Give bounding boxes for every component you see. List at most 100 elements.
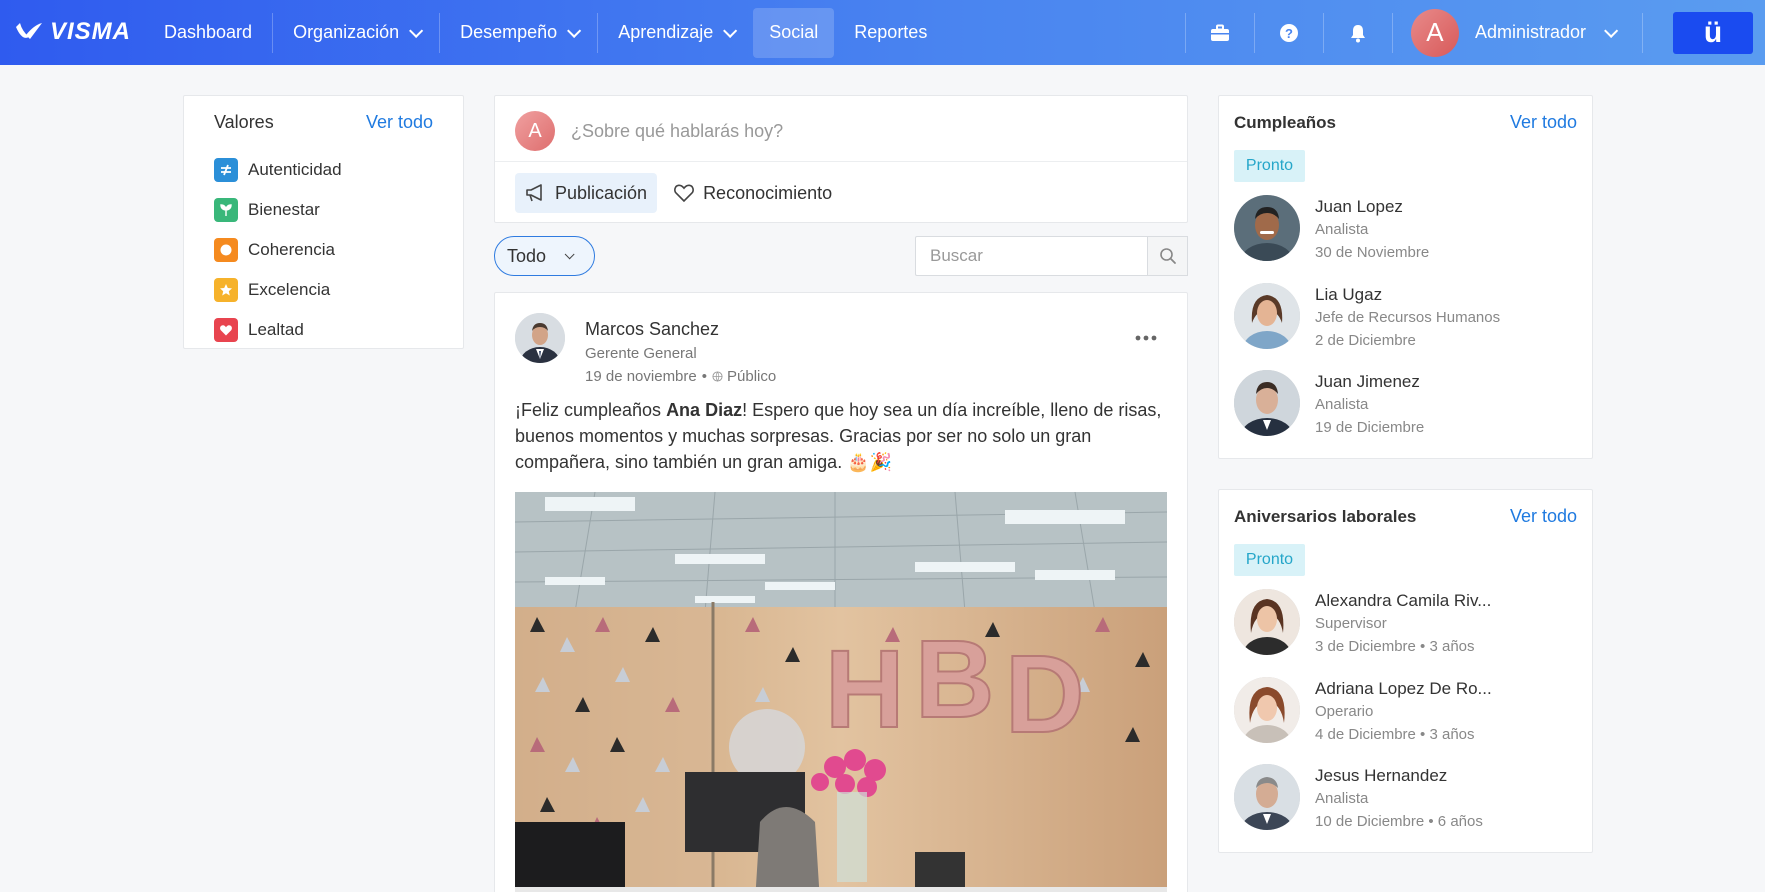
composer-avatar: A (515, 111, 555, 151)
sprout-icon (214, 198, 238, 222)
tab-publicacion[interactable]: Publicación (515, 173, 658, 213)
valor-label: Autenticidad (248, 160, 342, 179)
person-name: Alexandra Camila Riv... (1315, 591, 1492, 610)
circle-icon (214, 238, 238, 262)
feed-post: Marcos Sanchez Gerente General 19 de nov… (494, 292, 1188, 892)
nav-organizacion[interactable]: Organización (277, 8, 435, 58)
nav-aprendizaje-label: Aprendizaje (618, 22, 714, 42)
person-role: Analista (1315, 221, 1369, 238)
bell-icon (1350, 24, 1365, 42)
user-menu[interactable]: A Administrador (1393, 0, 1642, 65)
post-mention[interactable]: Ana Diaz (666, 400, 742, 420)
valor-item-coherencia[interactable]: Coherencia (214, 230, 342, 270)
more-horizontal-icon (1135, 335, 1157, 341)
person-avatar (1234, 589, 1300, 655)
person-date: 30 de Noviembre (1315, 244, 1430, 261)
person-item[interactable]: Jesus Hernandez Analista 10 de Diciembre… (1234, 764, 1483, 830)
nav-social[interactable]: Social (753, 7, 835, 58)
heart-outline-icon (674, 184, 694, 203)
valores-card: Valores Ver todo Autenticidad Bienestar … (183, 95, 464, 349)
valor-label: Coherencia (248, 240, 335, 259)
nav-reportes[interactable]: Reportes (838, 8, 943, 58)
cumpleanos-title: Cumpleaños (1234, 112, 1337, 132)
person-date: 4 de Diciembre • 3 años (1315, 726, 1475, 743)
nav-separator (272, 12, 274, 53)
nav-separator (1642, 12, 1643, 53)
valor-label: Bienestar (248, 200, 320, 219)
person-avatar (1234, 764, 1300, 830)
nav-desempeno-label: Desempeño (460, 22, 558, 42)
person-date: 19 de Diciembre (1315, 419, 1425, 436)
valor-item-lealtad[interactable]: Lealtad (214, 310, 342, 350)
feed-filter-select[interactable]: Todo (494, 236, 595, 276)
app-switcher-button[interactable]: ü (1673, 11, 1753, 54)
valor-label: Lealtad (248, 320, 304, 339)
search-icon (1159, 248, 1176, 264)
svg-text:?: ? (1285, 26, 1293, 41)
nav-desempeno[interactable]: Desempeño (444, 8, 593, 58)
person-item[interactable]: Adriana Lopez De Ro... Operario 4 de Dic… (1234, 677, 1492, 743)
person-name: Jesus Hernandez (1315, 766, 1448, 785)
balloon-letter-b: B (915, 618, 994, 741)
not-equal-icon (214, 158, 238, 182)
post-date: 19 de noviembre • Público (585, 368, 776, 385)
notifications-button[interactable] (1324, 0, 1392, 65)
nav-aprendizaje[interactable]: Aprendizaje (602, 8, 749, 58)
person-item[interactable]: Juan Jimenez Analista 19 de Diciembre (1234, 370, 1424, 436)
person-name: Lia Ugaz (1315, 285, 1383, 304)
post-author-avatar[interactable] (515, 313, 565, 363)
briefcase-icon (1210, 24, 1229, 41)
tab-reconocimiento-label: Reconocimiento (703, 182, 833, 203)
aniversarios-see-all-link[interactable]: Ver todo (1510, 506, 1577, 527)
nav-separator (597, 12, 599, 53)
megaphone-icon (526, 184, 542, 202)
post-visibility: Público (727, 368, 777, 385)
person-item[interactable]: Juan Lopez Analista 30 de Noviembre (1234, 195, 1429, 261)
star-icon (214, 278, 238, 302)
aniversarios-title: Aniversarios laborales (1234, 506, 1417, 526)
post-date-text: 19 de noviembre (585, 368, 697, 385)
composer-input[interactable]: ¿Sobre qué hablarás hoy? (571, 121, 783, 142)
search-button[interactable] (1147, 236, 1188, 276)
post-body: ¡Feliz cumpleaños Ana Diaz! Espero que h… (515, 397, 1175, 475)
search-input[interactable] (915, 236, 1147, 276)
composer-divider (495, 161, 1187, 162)
valores-title: Valores (214, 112, 274, 132)
tab-reconocimiento[interactable]: Reconocimiento (663, 173, 842, 213)
chevron-down-icon (567, 23, 582, 38)
person-avatar (1234, 283, 1300, 349)
person-avatar (1234, 370, 1300, 436)
globe-icon (712, 371, 723, 382)
visma-swoosh-icon (16, 23, 42, 39)
cumpleanos-see-all-link[interactable]: Ver todo (1510, 112, 1577, 133)
person-date: 10 de Diciembre • 6 años (1315, 813, 1483, 830)
valor-item-autenticidad[interactable]: Autenticidad (214, 150, 342, 190)
post-image[interactable]: H B D (515, 492, 1167, 892)
post-author-name[interactable]: Marcos Sanchez (585, 319, 776, 340)
pronto-badge: Pronto (1234, 150, 1305, 182)
chevron-down-icon (1604, 23, 1619, 38)
help-button[interactable]: ? (1255, 0, 1323, 65)
post-options-button[interactable] (1135, 321, 1157, 347)
briefcase-button[interactable] (1186, 0, 1254, 65)
person-date: 2 de Diciembre (1315, 332, 1416, 349)
person-avatar (1234, 195, 1300, 261)
valor-item-bienestar[interactable]: Bienestar (214, 190, 342, 230)
feed-filter-value: Todo (507, 245, 547, 266)
chevron-down-icon (409, 23, 424, 38)
person-item[interactable]: Alexandra Camila Riv... Supervisor 3 de … (1234, 589, 1491, 655)
nav-dashboard[interactable]: Dashboard (148, 8, 268, 58)
valor-item-excelencia[interactable]: Excelencia (214, 270, 342, 310)
post-author-role: Gerente General (585, 345, 697, 362)
person-item[interactable]: Lia Ugaz Jefe de Recursos Humanos 2 de D… (1234, 283, 1500, 349)
nav-social-label: Social (769, 22, 819, 42)
chevron-down-icon (564, 248, 575, 259)
search-box (915, 236, 1188, 276)
valores-see-all-link[interactable]: Ver todo (366, 112, 433, 133)
valor-label: Excelencia (248, 280, 331, 299)
balloon-letter-h: H (825, 628, 904, 751)
help-icon: ? (1279, 23, 1298, 42)
person-avatar (1234, 677, 1300, 743)
nav-organizacion-label: Organización (293, 22, 400, 42)
visma-logo[interactable]: VISMA (14, 18, 131, 46)
